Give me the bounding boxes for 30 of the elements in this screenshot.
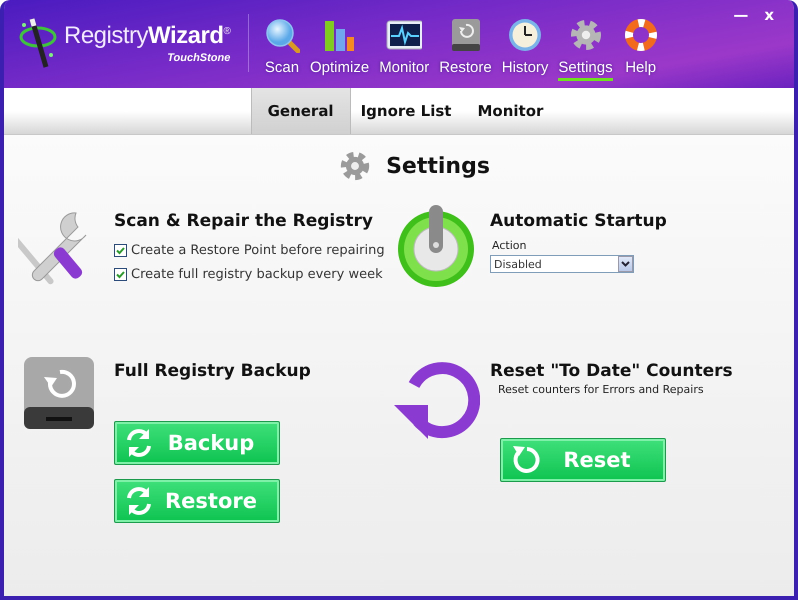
nav-button[interactable]: Optimize xyxy=(305,0,374,88)
vendor-name: TouchStone xyxy=(167,52,230,64)
chevron-down-icon xyxy=(621,261,630,267)
search-icon xyxy=(264,17,300,53)
section-title: Reset "To Date" Counters xyxy=(490,361,733,381)
checkbox-label: Create full registry backup every week xyxy=(131,267,383,282)
page-title: Settings xyxy=(386,154,490,178)
section-title: Full Registry Backup xyxy=(114,361,311,381)
checkbox[interactable] xyxy=(114,268,127,281)
nav-button[interactable]: Scan xyxy=(259,0,305,88)
clock-icon xyxy=(507,17,544,53)
nav-button[interactable]: Monitor xyxy=(374,0,434,88)
nav-button[interactable]: Help xyxy=(618,0,664,88)
field-label: Action xyxy=(492,239,528,252)
check-icon xyxy=(116,246,125,255)
section-title: Scan & Repair the Registry xyxy=(114,211,374,231)
nav-button[interactable]: Restore xyxy=(434,0,497,88)
section-description: Reset counters for Errors and Repairs xyxy=(498,383,705,396)
minimize-button[interactable]: — xyxy=(733,6,748,24)
checkbox-label: Create a Restore Point before repairing xyxy=(131,243,385,258)
close-button[interactable]: x xyxy=(764,6,774,24)
section-title: Automatic Startup xyxy=(490,211,667,231)
nav-button[interactable]: Settings xyxy=(553,0,618,88)
action-dropdown[interactable]: Disabled xyxy=(490,255,634,273)
app-name: RegistryWizard$^{®}$ xyxy=(64,22,230,50)
checkbox[interactable] xyxy=(114,244,127,257)
check-icon xyxy=(116,270,125,279)
nav-button[interactable]: History xyxy=(496,0,554,88)
tab[interactable]: General xyxy=(250,88,351,134)
lifebuoy-icon xyxy=(622,17,659,53)
